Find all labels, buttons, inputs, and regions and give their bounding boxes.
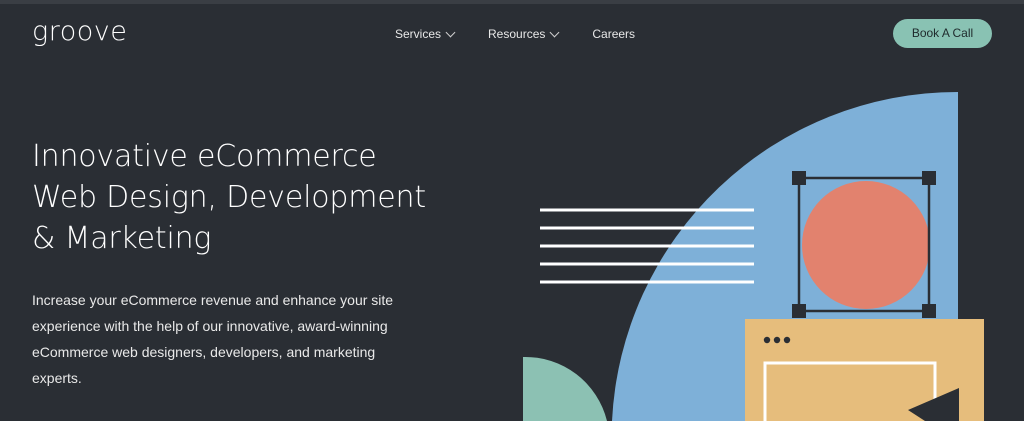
- hero-title-line: Innovative eCommerce: [32, 139, 377, 174]
- chevron-down-icon: [445, 27, 456, 37]
- text-lines-shape: [540, 208, 754, 284]
- page: groove Services Resources Careers Book A…: [0, 0, 1024, 421]
- nav-resources-label: Resources: [488, 27, 546, 41]
- window-content-frame-shape: [763, 361, 937, 421]
- window-dots-shape: [763, 336, 791, 344]
- book-a-call-button[interactable]: Book A Call: [893, 19, 992, 48]
- dark-triangle-shape: [908, 388, 959, 421]
- coral-circle-shape: [802, 181, 930, 309]
- teal-semicircle-shape: [523, 356, 607, 421]
- groove-logo[interactable]: groove: [32, 14, 127, 50]
- nav-careers[interactable]: Careers: [592, 26, 635, 42]
- hero-subtitle: Increase your eCommerce revenue and enha…: [32, 287, 432, 391]
- browser-window-shape: [745, 319, 984, 421]
- selection-handles-shape: [792, 171, 936, 318]
- nav-services-label: Services: [395, 27, 442, 41]
- main-nav: Services Resources Careers: [395, 26, 635, 42]
- hero-title: Innovative eCommerce Web Design, Develop…: [32, 136, 462, 259]
- nav-resources[interactable]: Resources: [488, 26, 560, 42]
- hero-subtitle-line: Increase your eCommerce revenue and enha…: [32, 292, 394, 308]
- nav-careers-label: Careers: [592, 27, 636, 41]
- hero-title-line: Web Design, Development: [32, 180, 426, 215]
- hero-subtitle-line: eCommerce web designers, developers, and…: [32, 344, 376, 360]
- top-strip: [0, 0, 1024, 4]
- selection-frame-shape: [797, 176, 931, 313]
- chevron-down-icon: [549, 27, 560, 37]
- hero-subtitle-line: experts.: [32, 370, 82, 386]
- hero-subtitle-line: experience with the help of our innovati…: [32, 318, 388, 334]
- blue-quarter-circle-shape: [612, 91, 958, 421]
- nav-services[interactable]: Services: [395, 26, 456, 42]
- hero-title-line: & Marketing: [32, 221, 212, 256]
